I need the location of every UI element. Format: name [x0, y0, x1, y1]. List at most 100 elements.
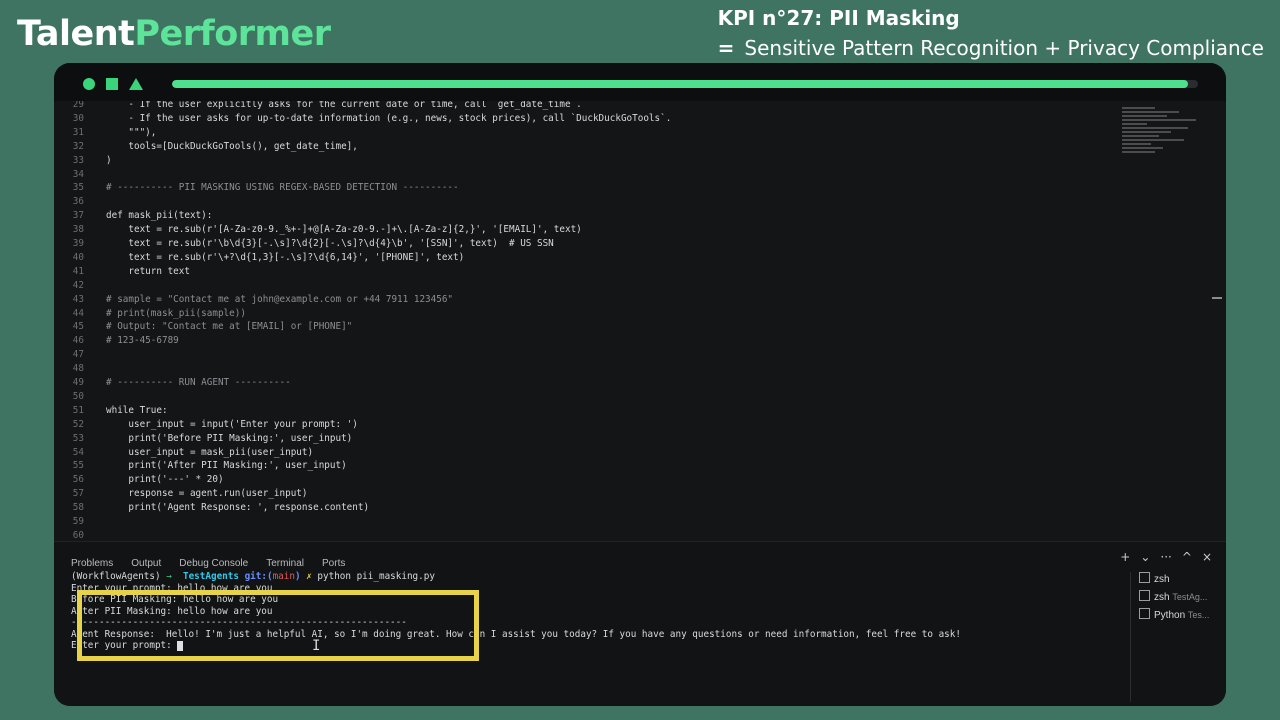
line-number: 30: [72, 112, 84, 124]
code-line[interactable]: 37 def mask_pii(text):: [54, 209, 213, 223]
new-terminal-icon[interactable]: +: [1120, 550, 1130, 564]
code-text: # sample = "Contact me at john@example.c…: [106, 293, 454, 305]
brand-part-1: Talent: [17, 14, 135, 54]
line-number: 32: [72, 140, 84, 152]
line-number: 51: [72, 404, 84, 416]
line-number: 53: [72, 432, 84, 444]
triangle-icon[interactable]: [129, 78, 143, 90]
terminal-git-close: ): [294, 571, 301, 582]
kpi-equals: =: [717, 36, 735, 60]
code-line[interactable]: 43 # sample = "Contact me at john@example…: [54, 293, 453, 307]
code-line[interactable]: 60: [54, 529, 106, 541]
more-icon[interactable]: ···: [1160, 550, 1171, 564]
panel-tabs: Problems Output Debug Console Terminal Ports: [71, 551, 363, 569]
code-text: - If the user explicitly asks for the cu…: [106, 101, 582, 110]
code-line[interactable]: 54 user_input = mask_pii(user_input): [54, 446, 313, 460]
close-icon[interactable]: ×: [1202, 550, 1212, 564]
terminal-arrow: →: [166, 571, 172, 582]
terminal-name: zsh: [1154, 574, 1170, 585]
line-number: 31: [72, 126, 84, 138]
line-number: 46: [72, 335, 84, 347]
minimap[interactable]: [1122, 105, 1204, 175]
code-line[interactable]: 34: [54, 168, 106, 182]
code-text: print('After PII Masking:', user_input): [106, 460, 347, 472]
square-icon[interactable]: [106, 78, 118, 90]
code-line[interactable]: 46 # 123-45-6789: [54, 334, 179, 348]
scrollbar-marker[interactable]: [1212, 297, 1222, 299]
code-line[interactable]: 47: [54, 348, 106, 362]
code-line[interactable]: 33): [54, 154, 112, 168]
code-editor[interactable]: 29 - If the user explicitly asks for the…: [54, 101, 1226, 541]
line-number: 44: [72, 307, 84, 319]
code-line[interactable]: 48: [54, 362, 106, 376]
tab-output[interactable]: Output: [131, 558, 161, 569]
code-text: # 123-45-6789: [106, 335, 179, 347]
terminal-item[interactable]: zsh TestAg...: [1131, 590, 1226, 608]
code-text: def mask_pii(text):: [106, 210, 213, 222]
code-text: # ---------- PII MASKING USING REGEX-BAS…: [106, 182, 459, 194]
code-line[interactable]: 40 text = re.sub(r'\+?\d{1,3}[-.\s]?\d{6…: [54, 251, 464, 265]
code-line[interactable]: 42: [54, 279, 106, 293]
tab-terminal[interactable]: Terminal: [266, 558, 304, 569]
maximize-icon[interactable]: ^: [1182, 550, 1192, 564]
line-number: 55: [72, 460, 84, 472]
code-text: text = re.sub(r'\b\d{3}[-.\s]?\d{2}[-.\s…: [106, 238, 554, 249]
line-number: 56: [72, 474, 84, 486]
code-text: response = agent.run(user_input): [106, 488, 308, 500]
tab-ports[interactable]: Ports: [322, 558, 345, 569]
code-line[interactable]: 36: [54, 195, 106, 209]
code-line[interactable]: 51 while True:: [54, 404, 168, 418]
progress-fill: [172, 80, 1188, 88]
terminal-item[interactable]: Python Tes...: [1131, 608, 1226, 626]
app-window: 29 - If the user explicitly asks for the…: [54, 63, 1226, 706]
code-line[interactable]: 57 response = agent.run(user_input): [54, 487, 308, 501]
code-text: print('Agent Response: ', response.conte…: [106, 502, 370, 514]
code-line[interactable]: 38 text = re.sub(r'[A-Za-z0-9._%+-]+@[A-…: [54, 223, 582, 237]
mouse-cursor-icon: I: [312, 638, 321, 654]
code-line[interactable]: 29 - If the user explicitly asks for the…: [54, 101, 582, 112]
code-line[interactable]: 52 user_input = input('Enter your prompt…: [54, 418, 358, 432]
code-line[interactable]: 30 - If the user asks for up-to-date inf…: [54, 112, 672, 126]
code-line[interactable]: 32 tools=[DuckDuckGoTools(), get_date_ti…: [54, 140, 358, 154]
brand-logo: TalentPerformer: [17, 14, 331, 54]
code-line[interactable]: 55 print('After PII Masking:', user_inpu…: [54, 459, 347, 473]
code-line[interactable]: 59: [54, 515, 106, 529]
terminal-name: Python: [1154, 610, 1188, 621]
tab-problems[interactable]: Problems: [71, 558, 113, 569]
code-line[interactable]: 50: [54, 390, 106, 404]
circle-icon[interactable]: [83, 78, 95, 90]
line-number: 40: [72, 251, 84, 263]
code-text: # print(mask_pii(sample)): [106, 307, 246, 319]
line-number: 36: [72, 196, 84, 208]
line-number: 49: [72, 377, 84, 388]
code-text: text = re.sub(r'[A-Za-z0-9._%+-]+@[A-Za-…: [106, 224, 582, 236]
terminal-sub: Tes...: [1187, 610, 1210, 620]
code-line[interactable]: 56 print('---' * 20): [54, 473, 224, 487]
code-line[interactable]: 49 # ---------- RUN AGENT ----------: [54, 376, 291, 390]
kpi-subtitle-row: = Sensitive Pattern Recognition + Privacy…: [718, 36, 1264, 60]
code-line[interactable]: 35 # ---------- PII MASKING USING REGEX-B…: [54, 181, 459, 195]
line-number: 50: [72, 390, 84, 402]
code-text: print('Before PII Masking:', user_input): [106, 432, 353, 444]
terminal-env: (WorkflowAgents): [71, 571, 161, 582]
code-line[interactable]: 41 return text: [54, 265, 190, 279]
terminal-output[interactable]: (WorkflowAgents) → TestAgents git:(main)…: [71, 571, 1121, 701]
code-line[interactable]: 58 print('Agent Response: ', response.co…: [54, 501, 369, 515]
terminal-item[interactable]: zsh: [1131, 572, 1226, 590]
terminal-name: zsh: [1154, 592, 1173, 603]
code-text: return text: [106, 265, 190, 277]
line-number: 35: [72, 182, 84, 194]
terminal-list: zsh zsh TestAg... Python Tes...: [1130, 572, 1226, 702]
line-number: 59: [72, 516, 84, 527]
line-number: 47: [72, 349, 84, 361]
line-number: 48: [72, 363, 84, 375]
code-line[interactable]: 53 print('Before PII Masking:', user_inp…: [54, 432, 352, 446]
code-line[interactable]: 45 # Output: "Contact me at [EMAIL] or [P…: [54, 320, 352, 334]
line-number: 52: [72, 418, 84, 430]
tab-debug-console[interactable]: Debug Console: [179, 558, 248, 569]
code-text: print('---' * 20): [106, 474, 224, 486]
code-line[interactable]: 31 """),: [54, 126, 157, 140]
chevron-down-icon[interactable]: ⌄: [1140, 550, 1150, 564]
code-line[interactable]: 39 text = re.sub(r'\b\d{3}[-.\s]?\d{2}[-…: [54, 237, 554, 251]
code-line[interactable]: 44 # print(mask_pii(sample)): [54, 307, 246, 321]
